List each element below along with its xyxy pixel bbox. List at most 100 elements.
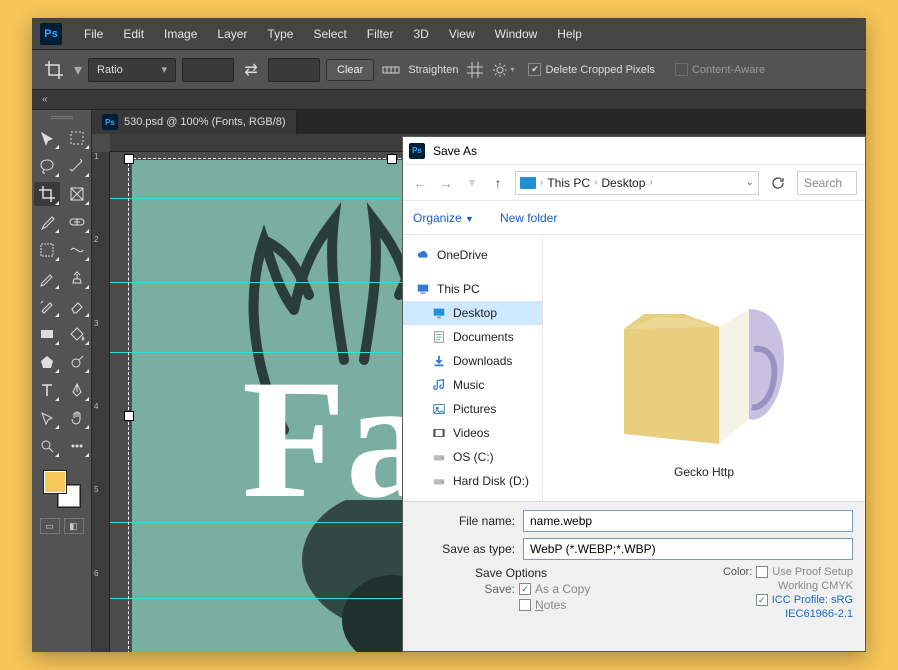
delete-cropped-checkbox[interactable]: Delete Cropped Pixels bbox=[528, 63, 654, 76]
foreground-color-swatch[interactable] bbox=[43, 470, 67, 494]
swap-dimensions-icon[interactable]: ⇄ bbox=[240, 59, 262, 81]
icc-profile-checkbox[interactable]: ✓ bbox=[756, 594, 768, 606]
document-tab-title: 530.psd @ 100% (Fonts, RGB/8) bbox=[124, 116, 286, 128]
tree-item-this-pc[interactable]: This PC bbox=[403, 277, 542, 301]
direct-selection-tool[interactable] bbox=[34, 406, 60, 430]
tree-item-documents[interactable]: Documents bbox=[403, 325, 542, 349]
artboard-tool[interactable] bbox=[64, 126, 90, 150]
organize-button[interactable]: Organize ▼ bbox=[413, 211, 474, 225]
refresh-icon[interactable] bbox=[767, 172, 789, 194]
dodge-tool[interactable] bbox=[64, 350, 90, 374]
tree-item-music[interactable]: Music bbox=[403, 373, 542, 397]
breadcrumb-segment[interactable]: Desktop bbox=[601, 176, 645, 190]
clone-stamp-tool[interactable] bbox=[64, 266, 90, 290]
menu-file[interactable]: File bbox=[74, 27, 113, 41]
menu-view[interactable]: View bbox=[439, 27, 485, 41]
drive-icon bbox=[431, 450, 447, 464]
app-logo: Ps bbox=[40, 23, 62, 45]
folder-tree: OneDrive This PCDesktopDocumentsDownloads… bbox=[403, 237, 543, 501]
dialog-titlebar[interactable]: Ps Save As bbox=[403, 137, 865, 165]
menu-select[interactable]: Select bbox=[303, 27, 356, 41]
marquee-tool[interactable] bbox=[34, 238, 60, 262]
quick-mask-button[interactable]: ◧ bbox=[64, 518, 84, 534]
lasso-tool[interactable] bbox=[34, 154, 60, 178]
straighten-icon[interactable] bbox=[380, 59, 402, 81]
tree-item-pictures[interactable]: Pictures bbox=[403, 397, 542, 421]
paint-bucket-tool[interactable] bbox=[64, 322, 90, 346]
panel-collapse-bar[interactable]: « bbox=[32, 90, 866, 110]
brush-tool[interactable] bbox=[34, 266, 60, 290]
rectangle-tool[interactable] bbox=[34, 322, 60, 346]
zoom-tool[interactable] bbox=[34, 434, 60, 458]
tree-item-onedrive[interactable]: OneDrive bbox=[403, 243, 542, 267]
cloud-icon bbox=[415, 248, 431, 262]
healing-brush-tool[interactable] bbox=[64, 210, 90, 234]
pen-tool[interactable] bbox=[64, 378, 90, 402]
breadcrumb-bar[interactable]: › This PC › Desktop › ⌄ bbox=[515, 171, 759, 195]
tree-item-videos[interactable]: Videos bbox=[403, 421, 542, 445]
crop-tool[interactable] bbox=[34, 182, 60, 206]
nav-back-icon[interactable]: ← bbox=[411, 175, 429, 191]
ruler-vertical[interactable]: 123456 bbox=[92, 152, 110, 652]
nav-history-dropdown-icon[interactable]: ▾ bbox=[463, 174, 481, 191]
clear-button[interactable]: Clear bbox=[326, 59, 374, 81]
use-proof-label: Use Proof Setup bbox=[772, 566, 853, 578]
content-aware-checkbox[interactable]: Content-Aware bbox=[675, 63, 765, 76]
menu-3d[interactable]: 3D bbox=[403, 27, 438, 41]
crop-handle[interactable] bbox=[387, 154, 397, 164]
tree-item-hard-disk-d-[interactable]: Hard Disk (D:) bbox=[403, 469, 542, 493]
frame-tool[interactable] bbox=[64, 182, 90, 206]
gradient-tool[interactable] bbox=[64, 238, 90, 262]
menu-edit[interactable]: Edit bbox=[113, 27, 154, 41]
crop-handle[interactable] bbox=[124, 411, 134, 421]
proof-setup-checkbox[interactable] bbox=[756, 566, 768, 578]
search-input[interactable]: Search bbox=[797, 171, 857, 195]
menu-layer[interactable]: Layer bbox=[207, 27, 257, 41]
tree-item-os-c-[interactable]: OS (C:) bbox=[403, 445, 542, 469]
overlay-grid-icon[interactable] bbox=[464, 59, 486, 81]
tree-item-desktop[interactable]: Desktop bbox=[403, 301, 542, 325]
nav-up-icon[interactable]: ↑ bbox=[489, 175, 507, 191]
straighten-label[interactable]: Straighten bbox=[408, 64, 458, 76]
folder-item-label: Gecko Http bbox=[604, 465, 804, 479]
crop-settings-gear-icon[interactable]: ▾ bbox=[492, 59, 514, 81]
breadcrumb-dropdown-icon[interactable]: ⌄ bbox=[746, 177, 754, 188]
menu-filter[interactable]: Filter bbox=[357, 27, 404, 41]
notes-checkbox[interactable] bbox=[519, 599, 531, 611]
ruler-tick: 2 bbox=[92, 235, 109, 318]
tree-item-downloads[interactable]: Downloads bbox=[403, 349, 542, 373]
save-type-dropdown[interactable]: WebP (*.WEBP;*.WBP) bbox=[523, 538, 853, 560]
panel-grip-icon[interactable] bbox=[44, 116, 80, 122]
breadcrumb-segment[interactable]: This PC bbox=[547, 176, 590, 190]
collapse-icon: « bbox=[42, 94, 48, 105]
standard-mode-button[interactable]: ▭ bbox=[40, 518, 60, 534]
options-tool[interactable] bbox=[64, 434, 90, 458]
filename-input[interactable]: name.webp bbox=[523, 510, 853, 532]
history-brush-tool[interactable] bbox=[34, 294, 60, 318]
save-options-header: Save Options bbox=[475, 566, 635, 580]
new-folder-button[interactable]: New folder bbox=[500, 211, 557, 225]
hand-tool[interactable] bbox=[64, 406, 90, 430]
ps-doc-icon: Ps bbox=[102, 114, 118, 130]
menu-type[interactable]: Type bbox=[257, 27, 303, 41]
ratio-dropdown[interactable]: Ratio ▾ bbox=[88, 58, 176, 82]
crop-handle[interactable] bbox=[124, 154, 134, 164]
type-tool[interactable] bbox=[34, 378, 60, 402]
menu-window[interactable]: Window bbox=[485, 27, 548, 41]
tools-panel: ▭ ◧ bbox=[32, 110, 92, 652]
document-tab[interactable]: Ps 530.psd @ 100% (Fonts, RGB/8) bbox=[92, 110, 297, 134]
eraser-tool[interactable] bbox=[64, 294, 90, 318]
polygon-tool[interactable] bbox=[34, 350, 60, 374]
folder-item[interactable]: Gecko Http bbox=[604, 259, 804, 479]
folder-icon bbox=[604, 259, 804, 459]
crop-width-input[interactable] bbox=[182, 58, 234, 82]
as-copy-checkbox[interactable]: ✓ bbox=[519, 583, 531, 595]
move-tool[interactable] bbox=[34, 126, 60, 150]
menu-help[interactable]: Help bbox=[547, 27, 592, 41]
menu-image[interactable]: Image bbox=[154, 27, 207, 41]
eyedropper-tool[interactable] bbox=[34, 210, 60, 234]
file-list-area[interactable]: Gecko Http bbox=[543, 237, 865, 501]
magic-wand-tool[interactable] bbox=[64, 154, 90, 178]
color-swatches[interactable] bbox=[43, 470, 81, 508]
crop-height-input[interactable] bbox=[268, 58, 320, 82]
